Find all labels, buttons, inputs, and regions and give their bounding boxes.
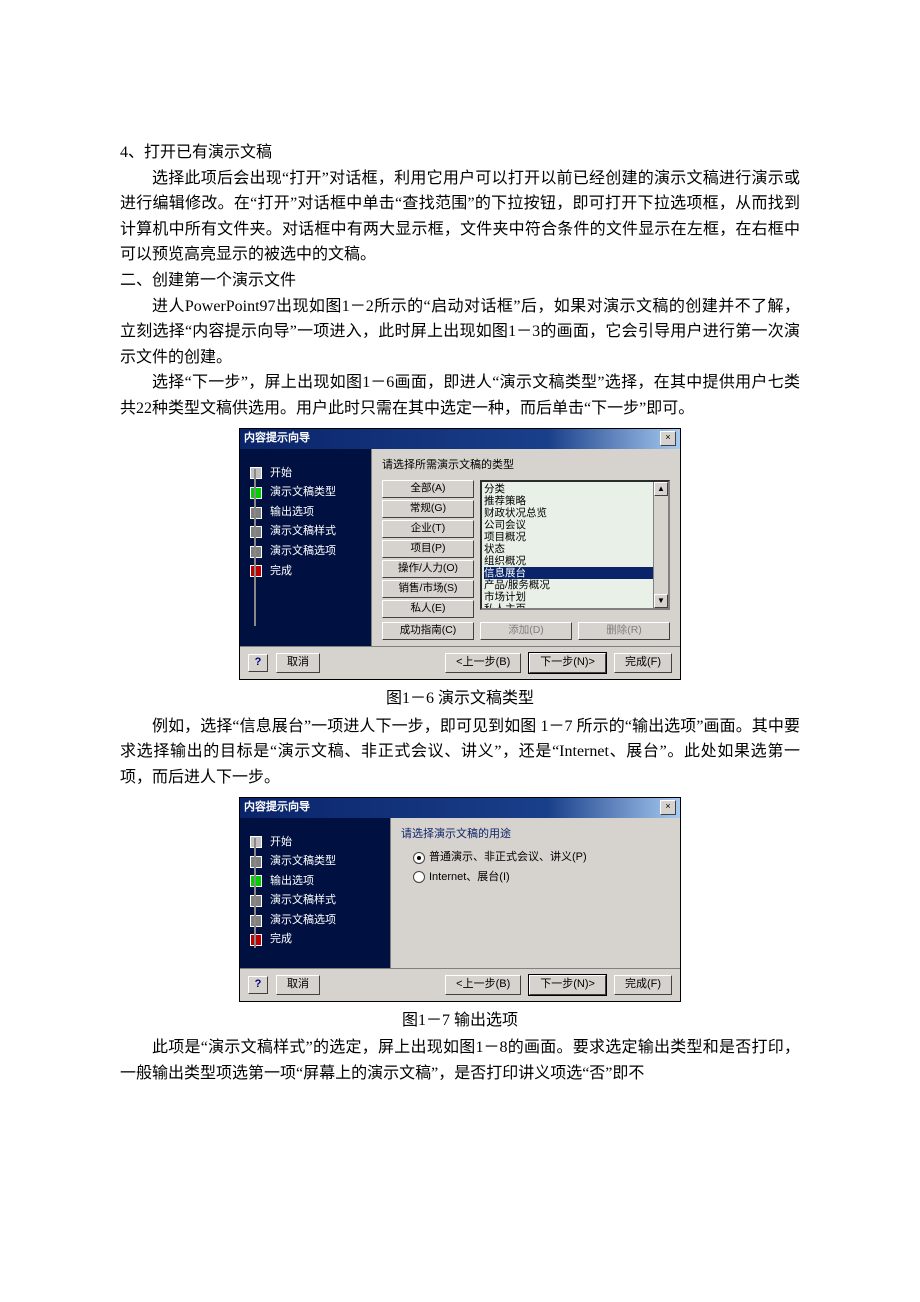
wizard-step-label: 演示文稿类型 — [270, 853, 336, 871]
category-button-enterprise[interactable]: 企业(T) — [382, 520, 474, 538]
close-icon[interactable]: × — [660, 800, 676, 815]
wizard-spine — [254, 469, 256, 627]
wizard-step-box — [250, 895, 262, 907]
back-button[interactable]: <上一步(B) — [445, 975, 521, 995]
type-listbox[interactable]: 分类 推荐策略 财政状况总览 公司会议 项目概况 状态 组织概况 信息展台 产品… — [480, 480, 670, 610]
wizard-step-box — [250, 836, 262, 848]
remove-button: 删除(R) — [578, 622, 670, 640]
category-button-private[interactable]: 私人(E) — [382, 600, 474, 618]
dialog-title: 内容提示向导 — [244, 799, 310, 817]
paragraph: 例如，选择“信息展台”一项进人下一步，即可见到如图 1－7 所示的“输出选项”画… — [120, 714, 800, 791]
wizard-content-pane: 请选择演示文稿的用途 普通演示、非正式会议、讲义(P) Internet、展台(… — [390, 818, 680, 968]
list-item[interactable]: 私人主页 — [484, 603, 668, 610]
radio-icon[interactable] — [413, 852, 425, 864]
list-item[interactable]: 市场计划 — [484, 591, 668, 603]
paragraph: 进人PowerPoint97出现如图1－2所示的“启动对话框”后，如果对演示文稿… — [120, 294, 800, 371]
document-page: 4、打开已有演示文稿 选择此项后会出现“打开”对话框，利用它用户可以打开以前已经… — [0, 0, 920, 1146]
prompt-label: 请选择所需演示文稿的类型 — [382, 457, 670, 475]
category-button-ops[interactable]: 操作/人力(O) — [382, 560, 474, 578]
wizard-step-box — [250, 915, 262, 927]
dialog-footer: ? 取消 <上一步(B) 下一步(N)> 完成(F) — [240, 646, 680, 679]
wizard-dialog-output-options: 内容提示向导 × 开始 演示文稿类型 输出选项 演示文稿样式 演示文稿选项 完成… — [239, 797, 681, 1002]
wizard-step-label: 输出选项 — [270, 504, 314, 522]
next-button[interactable]: 下一步(N)> — [529, 975, 606, 995]
wizard-step-box — [250, 546, 262, 558]
figure-caption-1-7: 图1－7 输出选项 — [120, 1008, 800, 1034]
wizard-step-label: 演示文稿选项 — [270, 543, 336, 561]
wizard-step-label: 演示文稿类型 — [270, 484, 336, 502]
paragraph: 选择此项后会出现“打开”对话框，利用它用户可以打开以前已经创建的演示文稿进行演示… — [120, 166, 800, 268]
wizard-content-pane: 请选择所需演示文稿的类型 全部(A) 常规(G) 企业(T) 项目(P) 操作/… — [371, 449, 680, 647]
radio-option-normal[interactable]: 普通演示、非正式会议、讲义(P) — [413, 849, 670, 867]
wizard-step-label: 演示文稿样式 — [270, 892, 336, 910]
finish-button[interactable]: 完成(F) — [614, 975, 672, 995]
heading-2: 二、创建第一个演示文件 — [120, 268, 800, 294]
radio-option-internet[interactable]: Internet、展台(I) — [413, 869, 670, 887]
scroll-down-icon[interactable]: ▼ — [654, 594, 668, 608]
success-guide-button[interactable]: 成功指南(C) — [382, 622, 474, 640]
wizard-step-label: 完成 — [270, 563, 292, 581]
list-item[interactable]: 状态 — [484, 543, 668, 555]
list-item[interactable]: 项目概况 — [484, 531, 668, 543]
wizard-dialog-presentation-type: 内容提示向导 × 开始 演示文稿类型 输出选项 演示文稿样式 演示文稿选项 完成… — [239, 428, 681, 681]
scroll-up-icon[interactable]: ▲ — [654, 482, 668, 496]
scrollbar[interactable]: ▲ ▼ — [653, 482, 668, 608]
list-item[interactable]: 分类 — [484, 483, 668, 495]
category-button-general[interactable]: 常规(G) — [382, 500, 474, 518]
cancel-button[interactable]: 取消 — [276, 653, 320, 673]
heading-4: 4、打开已有演示文稿 — [120, 140, 800, 166]
category-button-sales[interactable]: 销售/市场(S) — [382, 580, 474, 598]
category-buttons-column: 全部(A) 常规(G) 企业(T) 项目(P) 操作/人力(O) 销售/市场(S… — [382, 480, 474, 618]
wizard-step-box — [250, 934, 262, 946]
cancel-button[interactable]: 取消 — [276, 975, 320, 995]
paragraph: 此项是“演示文稿样式”的选定，屏上出现如图1－8的画面。要求选定输出类型和是否打… — [120, 1035, 800, 1086]
wizard-step-box — [250, 526, 262, 538]
finish-button[interactable]: 完成(F) — [614, 653, 672, 673]
close-icon[interactable]: × — [660, 431, 676, 446]
next-button[interactable]: 下一步(N)> — [529, 653, 606, 673]
wizard-step-box-active — [250, 875, 262, 887]
wizard-step-box-active — [250, 487, 262, 499]
radio-icon[interactable] — [413, 871, 425, 883]
dialog-titlebar[interactable]: 内容提示向导 × — [240, 798, 680, 818]
wizard-step-label: 开始 — [270, 834, 292, 852]
paragraph: 选择“下一步”，屏上出现如图1－6画面，即进人“演示文稿类型”选择，在其中提供用… — [120, 370, 800, 421]
wizard-step-box — [250, 507, 262, 519]
wizard-steps-pane: 开始 演示文稿类型 输出选项 演示文稿样式 演示文稿选项 完成 — [240, 818, 390, 968]
category-button-project[interactable]: 项目(P) — [382, 540, 474, 558]
radio-label: 普通演示、非正式会议、讲义(P) — [429, 849, 587, 867]
prompt-label: 请选择演示文稿的用途 — [401, 826, 670, 844]
list-item[interactable]: 财政状况总览 — [484, 507, 668, 519]
wizard-step-box — [250, 856, 262, 868]
wizard-step-label: 输出选项 — [270, 873, 314, 891]
back-button[interactable]: <上一步(B) — [445, 653, 521, 673]
wizard-step-box — [250, 565, 262, 577]
dialog-titlebar[interactable]: 内容提示向导 × — [240, 429, 680, 449]
wizard-step-label: 完成 — [270, 931, 292, 949]
list-item-selected[interactable]: 信息展台 — [484, 567, 668, 579]
list-item[interactable]: 推荐策略 — [484, 495, 668, 507]
wizard-spine — [254, 838, 256, 948]
list-item[interactable]: 组织概况 — [484, 555, 668, 567]
wizard-step-label: 开始 — [270, 465, 292, 483]
wizard-step-box — [250, 467, 262, 479]
wizard-step-label: 演示文稿样式 — [270, 523, 336, 541]
list-item[interactable]: 产品/服务概况 — [484, 579, 668, 591]
add-button: 添加(D) — [480, 622, 572, 640]
figure-caption-1-6: 图1－6 演示文稿类型 — [120, 686, 800, 712]
wizard-steps-pane: 开始 演示文稿类型 输出选项 演示文稿样式 演示文稿选项 完成 — [240, 449, 371, 647]
help-icon[interactable]: ? — [248, 654, 268, 672]
list-item[interactable]: 公司会议 — [484, 519, 668, 531]
help-icon[interactable]: ? — [248, 976, 268, 994]
category-button-all[interactable]: 全部(A) — [382, 480, 474, 498]
dialog-footer: ? 取消 <上一步(B) 下一步(N)> 完成(F) — [240, 968, 680, 1001]
dialog-title: 内容提示向导 — [244, 430, 310, 448]
radio-label: Internet、展台(I) — [429, 869, 510, 887]
wizard-step-label: 演示文稿选项 — [270, 912, 336, 930]
